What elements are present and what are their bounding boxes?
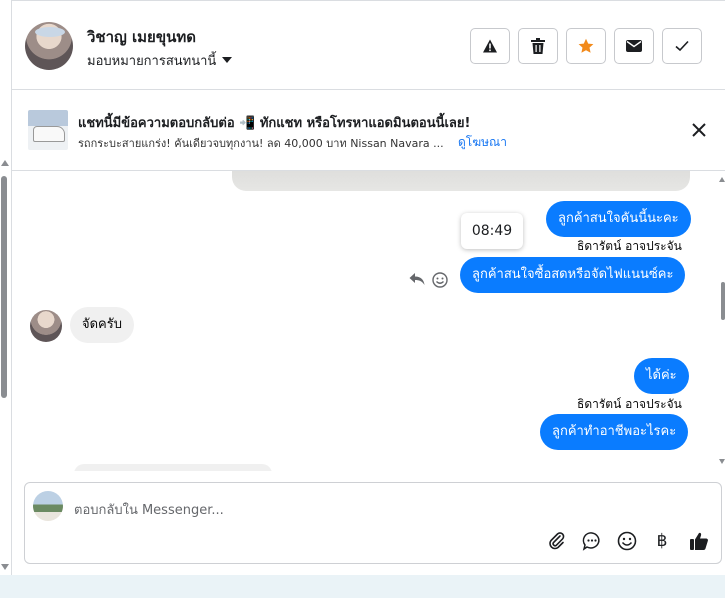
caret-down-icon: [222, 57, 233, 63]
delete-button[interactable]: [518, 28, 558, 64]
baht-icon: ฿: [656, 531, 668, 551]
message-bubble-incoming[interactable]: จัดครับ: [70, 307, 134, 343]
envelope-icon: [626, 40, 642, 52]
scrollbar-thumb[interactable]: [1, 176, 7, 398]
messenger-conversation: วิชาญ เมยขุนทด มอบหมายการสนทนานี้ แชทนี้…: [0, 0, 725, 598]
smiley-icon: [617, 531, 637, 551]
thread-scrollbar-thumb[interactable]: [721, 282, 725, 320]
react-emoji-icon[interactable]: [432, 272, 448, 288]
saved-reply-button[interactable]: [580, 529, 604, 553]
contact-avatar[interactable]: [25, 22, 73, 70]
assign-label: มอบหมายการสนทนานี้: [87, 54, 217, 69]
trash-icon: [531, 38, 545, 54]
contact-name[interactable]: วิชาญ เมยขุนทด: [87, 25, 196, 49]
reply-icon[interactable]: [409, 272, 425, 286]
emoji-button[interactable]: [615, 529, 639, 553]
message-bubble-outgoing[interactable]: ลูกค้าสนใจคันนี้นะคะ: [546, 201, 691, 237]
page-avatar: [33, 491, 63, 521]
ad-banner: แชทนี้มีข้อความตอบกลับต่อ 📲 ทักแชท หรือโ…: [12, 90, 725, 171]
baht-payment-button[interactable]: ฿: [650, 529, 674, 553]
reply-input[interactable]: ตอบกลับใน Messenger...: [74, 499, 224, 520]
ad-subtitle: รถกระบะสายแกร่ง! คันเดียวจบทุกงาน! ลด 40…: [78, 137, 444, 150]
scroll-down-arrow-icon[interactable]: [1, 564, 9, 570]
contact-avatar-small: [30, 310, 62, 342]
ad-title: แชทนี้มีข้อความตอบกลับต่อ 📲 ทักแชท หรือโ…: [78, 116, 471, 131]
check-icon: [675, 40, 689, 52]
spam-button[interactable]: [470, 28, 510, 64]
chat-bubble-icon: [582, 532, 600, 551]
message-timestamp-tooltip: 08:49: [461, 213, 523, 249]
like-button[interactable]: [687, 529, 711, 553]
message-bubble-outgoing[interactable]: ลูกค้าสนใจซื้อสดหรือจัดไฟแนนซ์คะ: [460, 257, 686, 293]
ad-thumbnail[interactable]: [28, 110, 68, 150]
thumbs-up-icon: [690, 532, 708, 550]
thread-scroll-down-icon[interactable]: [719, 459, 725, 464]
shared-image-message[interactable]: [232, 171, 690, 191]
reply-composer[interactable]: ตอบกลับใน Messenger... ฿: [24, 482, 722, 564]
paperclip-icon: [549, 532, 565, 550]
thread-scroll-up-icon[interactable]: [719, 177, 725, 182]
sender-name: ธิดารัตน์ อาจประจัน: [577, 239, 682, 253]
view-ad-link[interactable]: ดูโฆษณา: [458, 133, 507, 152]
message-bubble-incoming-partial[interactable]: [74, 464, 272, 471]
message-bubble-outgoing[interactable]: ได้ค่ะ: [634, 358, 689, 394]
page-footer: [0, 575, 725, 598]
message-bubble-outgoing[interactable]: ลูกค้าทำอาชีพอะไรคะ: [540, 414, 689, 450]
message-thread[interactable]: ลูกค้าสนใจคันนี้นะคะ 08:49 ธิดารัตน์ อาจ…: [12, 171, 712, 471]
mark-done-button[interactable]: [662, 28, 702, 64]
assign-conversation-dropdown[interactable]: มอบหมายการสนทนานี้: [87, 50, 233, 71]
close-icon[interactable]: [689, 120, 709, 140]
star-button[interactable]: [566, 28, 606, 64]
warning-icon: [483, 39, 497, 53]
scroll-up-arrow-icon[interactable]: [1, 160, 9, 166]
mark-unread-button[interactable]: [614, 28, 654, 64]
left-scrollbar[interactable]: [0, 158, 9, 578]
conversation-header: วิชาญ เมยขุนทด มอบหมายการสนทนานี้: [12, 1, 725, 90]
sender-name: ธิดารัตน์ อาจประจัน: [577, 397, 682, 411]
attach-button[interactable]: [545, 529, 569, 553]
star-icon: [578, 38, 594, 53]
